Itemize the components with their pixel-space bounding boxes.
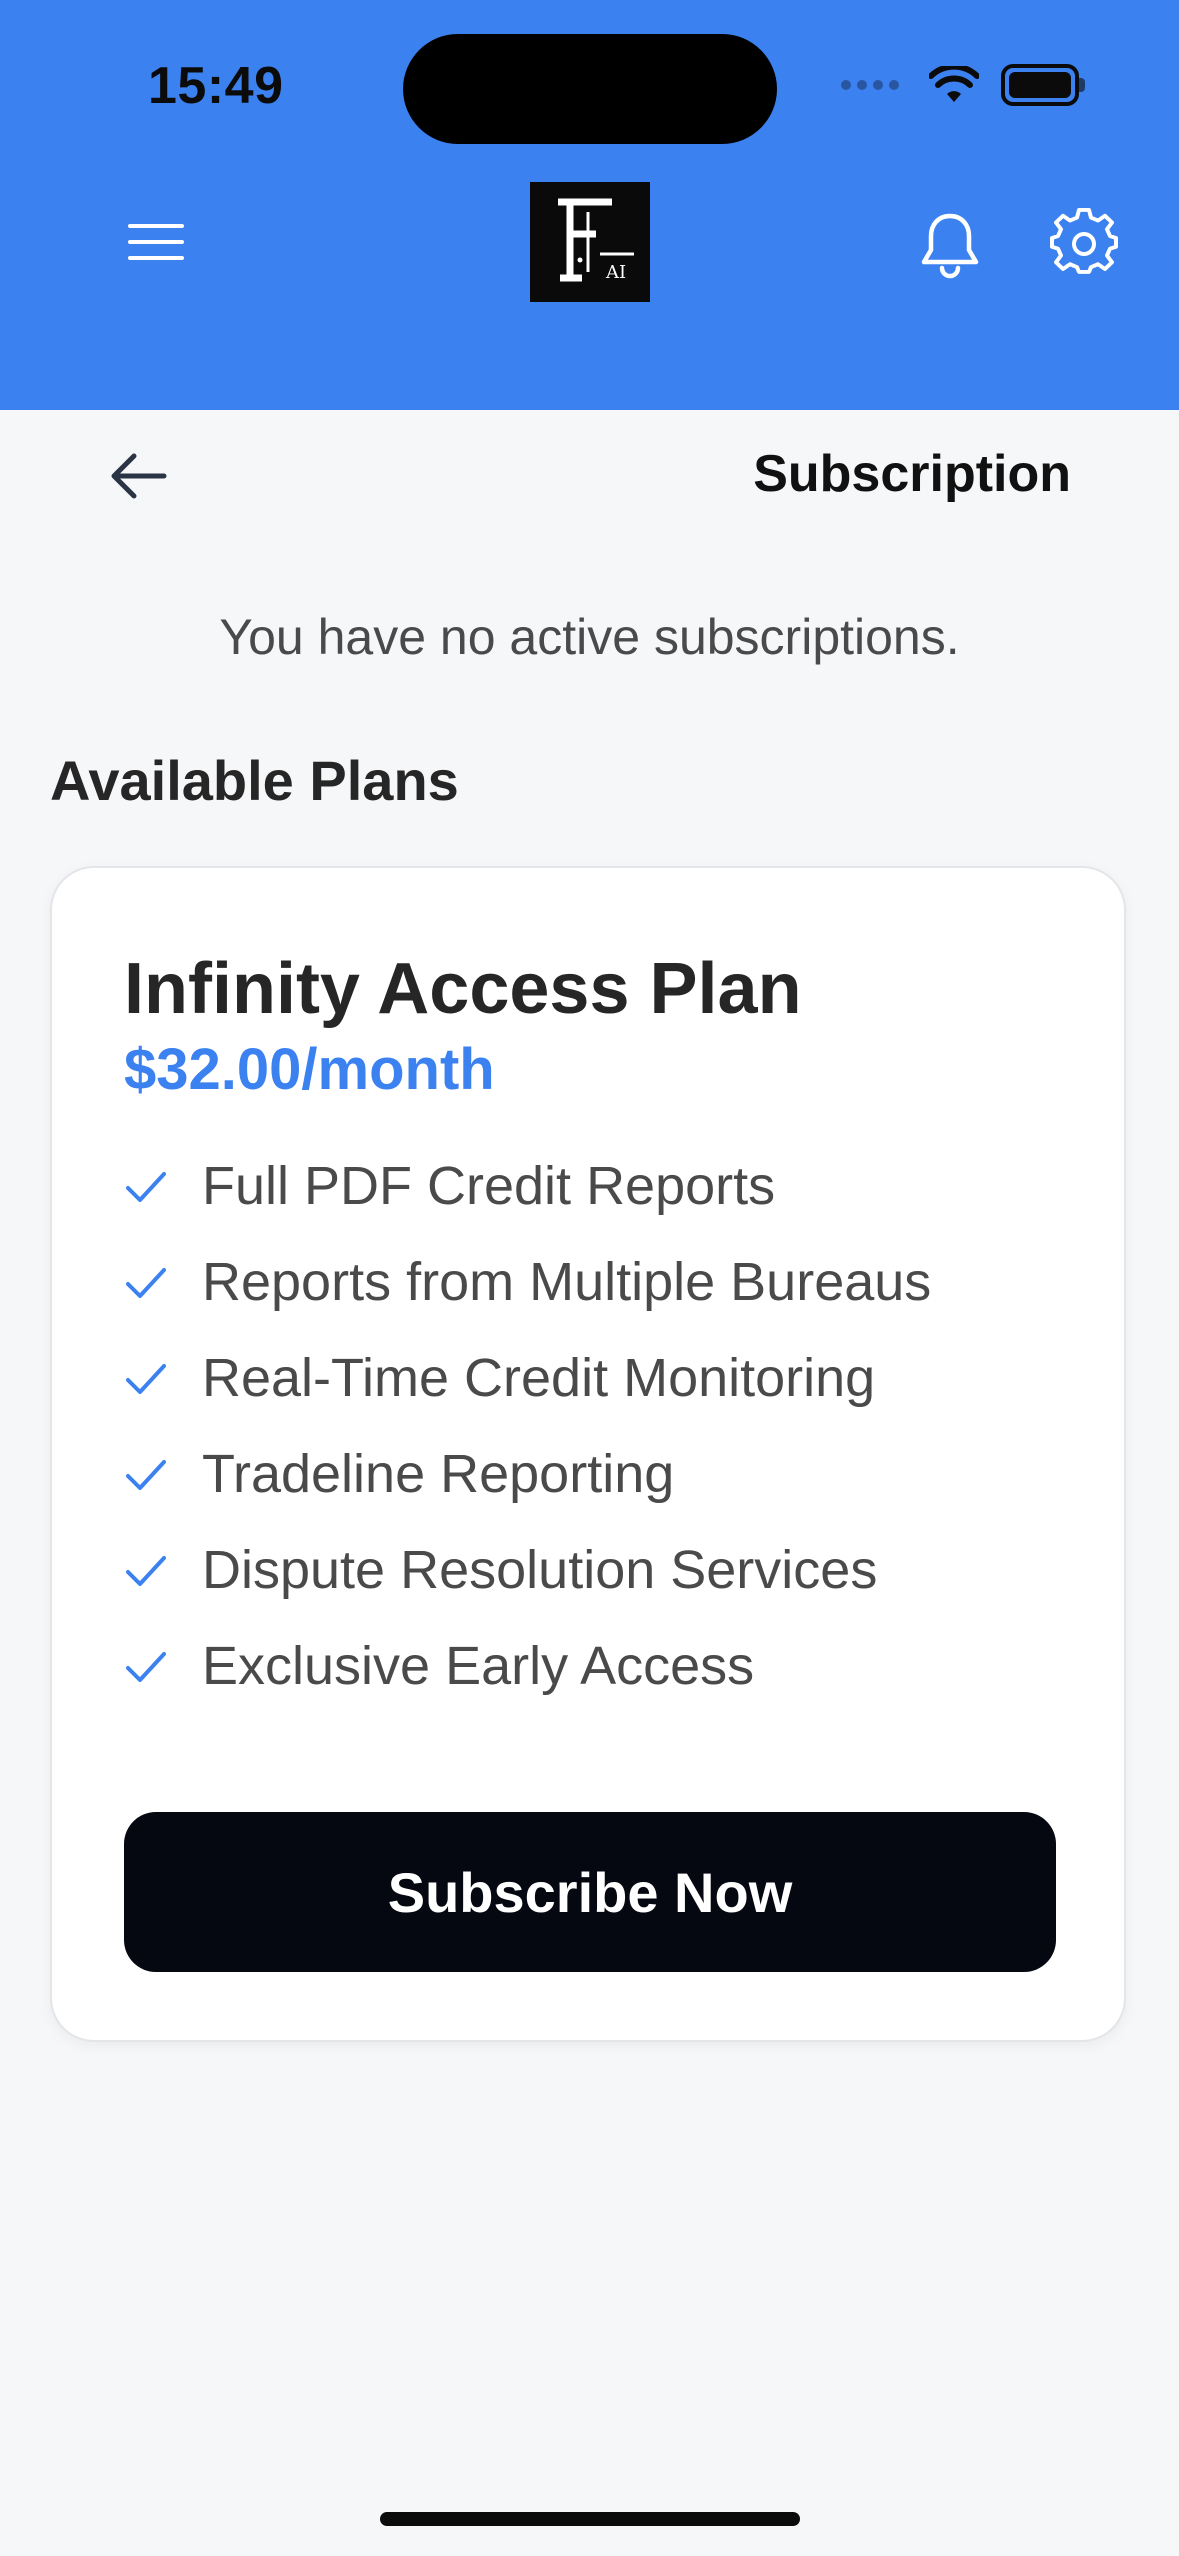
battery-icon	[1001, 64, 1085, 106]
feature-item: Reports from Multiple Bureaus	[124, 1234, 931, 1330]
feature-item: Real-Time Credit Monitoring	[124, 1330, 931, 1426]
subscribe-now-button[interactable]: Subscribe Now	[124, 1812, 1056, 1972]
checkmark-icon	[126, 1652, 166, 1682]
feature-label: Exclusive Early Access	[202, 1636, 755, 1696]
app-logo: AI	[530, 182, 650, 302]
bell-icon[interactable]	[918, 210, 982, 280]
gear-icon[interactable]	[1050, 208, 1118, 276]
cellular-signal-icon	[841, 80, 899, 90]
hamburger-icon[interactable]	[128, 222, 184, 262]
feature-list: Full PDF Credit Reports Reports from Mul…	[124, 1138, 931, 1714]
checkmark-icon	[126, 1172, 166, 1202]
feature-label: Reports from Multiple Bureaus	[202, 1252, 932, 1312]
plan-price: $32.00/month	[124, 1037, 495, 1102]
app-header: 15:49 AI	[0, 0, 1179, 410]
page-title: Subscription	[753, 445, 1071, 503]
checkmark-icon	[126, 1364, 166, 1394]
checkmark-icon	[126, 1556, 166, 1586]
status-time: 15:49	[148, 57, 284, 115]
plan-name: Infinity Access Plan	[124, 949, 802, 1029]
feature-label: Dispute Resolution Services	[202, 1540, 878, 1600]
arrow-left-icon[interactable]	[108, 450, 168, 502]
section-title-available-plans: Available Plans	[50, 749, 459, 812]
feature-item: Full PDF Credit Reports	[124, 1138, 931, 1234]
feature-item: Tradeline Reporting	[124, 1426, 931, 1522]
empty-subscriptions-message: You have no active subscriptions.	[219, 609, 960, 665]
feature-item: Exclusive Early Access	[124, 1618, 931, 1714]
status-icons	[841, 64, 1085, 106]
checkmark-icon	[126, 1268, 166, 1298]
feature-label: Real-Time Credit Monitoring	[202, 1348, 876, 1408]
feature-label: Full PDF Credit Reports	[202, 1156, 776, 1216]
feature-label: Tradeline Reporting	[202, 1444, 675, 1504]
wifi-icon	[929, 66, 979, 102]
home-indicator[interactable]	[380, 2512, 800, 2526]
plan-card: Infinity Access Plan $32.00/month Full P…	[50, 866, 1126, 2042]
feature-item: Dispute Resolution Services	[124, 1522, 931, 1618]
checkmark-icon	[126, 1460, 166, 1490]
dynamic-island	[403, 34, 777, 144]
logo-text: AI	[605, 262, 626, 283]
